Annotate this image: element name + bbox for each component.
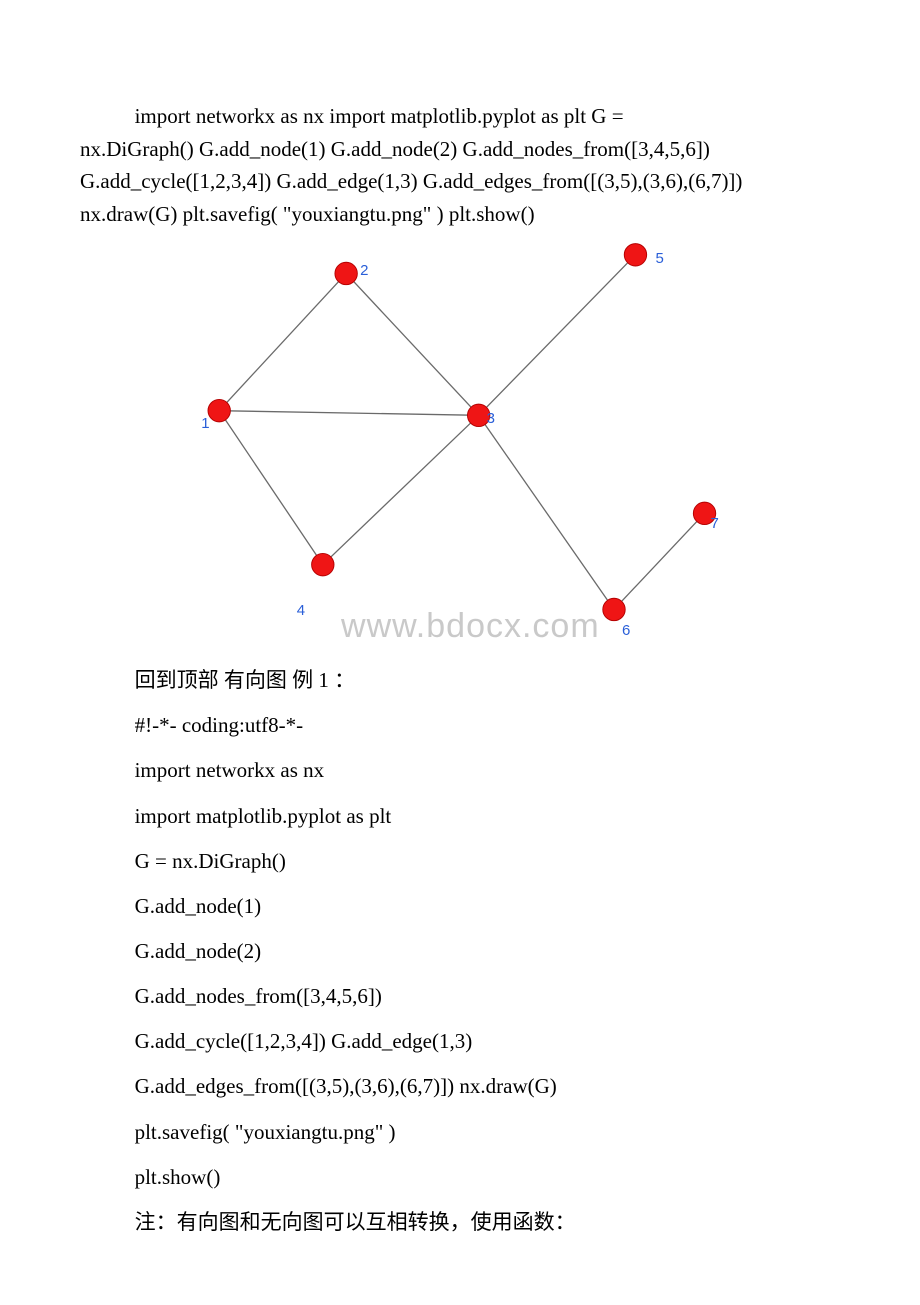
graph-node-label: 4 — [297, 602, 305, 619]
code-line: G.add_nodes_from([3,4,5,6]) — [80, 974, 840, 1019]
code-line: import matplotlib.pyplot as plt — [80, 794, 840, 839]
intro-line-2: nx.DiGraph() G.add_node(1) G.add_node(2)… — [80, 133, 840, 231]
intro-line-1: import networkx as nx import matplotlib.… — [80, 100, 840, 133]
graph-node — [208, 400, 230, 422]
body-text: 回到顶部 有向图 例 1 ： #!-*- coding:utf8-*-impor… — [80, 658, 840, 1245]
graph-edge — [323, 416, 479, 565]
graph-node-label: 2 — [360, 262, 368, 279]
watermark-text: www.bdocx.com — [341, 607, 600, 646]
graph-node-label: 3 — [487, 410, 495, 427]
code-block: #!-*- coding:utf8-*-import networkx as n… — [80, 703, 840, 1200]
section-heading: 回到顶部 有向图 例 1 ： — [80, 658, 840, 703]
graph-edge — [479, 416, 614, 610]
graph-node — [335, 262, 357, 284]
graph-edges — [219, 255, 704, 610]
graph-node — [603, 598, 625, 620]
graph-edge — [219, 411, 323, 565]
intro-paragraph: import networkx as nx import matplotlib.… — [80, 100, 840, 230]
graph-edge — [219, 274, 346, 411]
graph-node-label: 1 — [201, 415, 209, 432]
code-line: G.add_cycle([1,2,3,4]) G.add_edge(1,3) — [80, 1019, 840, 1064]
graph-node-label: 7 — [711, 515, 719, 532]
graph-figure: 1 2 3 4 5 6 7 www.bdocx.com — [180, 238, 740, 658]
graph-node — [312, 554, 334, 576]
graph-svg — [180, 238, 740, 630]
graph-edge — [479, 255, 636, 416]
document-page: import networkx as nx import matplotlib.… — [0, 0, 920, 1305]
code-line: G.add_node(2) — [80, 929, 840, 974]
graph-edge — [614, 514, 705, 610]
code-line: plt.show() — [80, 1155, 840, 1200]
graph-edge — [219, 411, 478, 416]
code-line: G.add_edges_from([(3,5),(3,6),(6,7)]) nx… — [80, 1064, 840, 1109]
graph-edge — [346, 274, 479, 416]
graph-node-label: 6 — [622, 622, 630, 639]
note-line: 注：有向图和无向图可以互相转换，使用函数： — [80, 1200, 840, 1245]
code-line: G = nx.DiGraph() — [80, 839, 840, 884]
graph-node-label: 5 — [655, 250, 663, 267]
code-line: #!-*- coding:utf8-*- — [80, 703, 840, 748]
graph-node — [624, 244, 646, 266]
code-line: G.add_node(1) — [80, 884, 840, 929]
code-line: import networkx as nx — [80, 748, 840, 793]
code-line: plt.savefig( "youxiangtu.png" ) — [80, 1110, 840, 1155]
